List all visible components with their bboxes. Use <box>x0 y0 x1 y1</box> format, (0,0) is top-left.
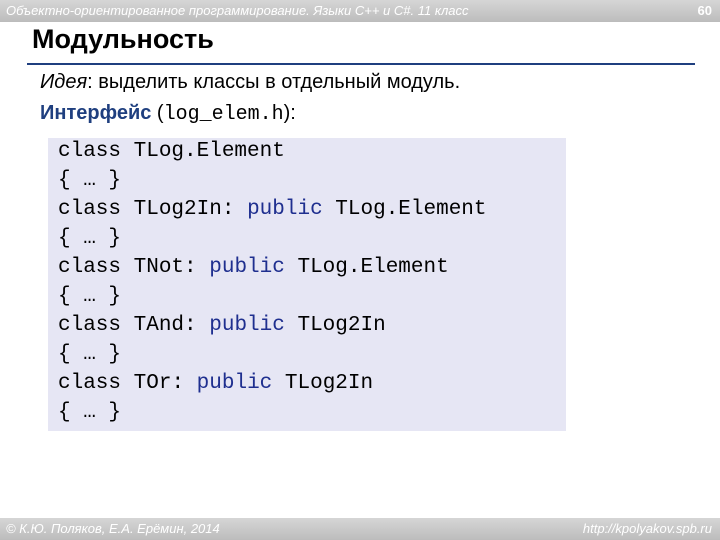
code-line: { … } <box>58 169 121 192</box>
course-title: Объектно-ориентированное программировани… <box>6 3 469 18</box>
code-line: { … } <box>58 285 121 308</box>
interface-line: Интерфейс (log_elem.h): <box>40 102 296 126</box>
code-public-keyword: public <box>209 256 285 279</box>
title-underline <box>27 63 695 65</box>
code-class-name: TNot <box>121 256 185 279</box>
slide-title: Модульность <box>32 24 214 54</box>
code-keyword: class <box>58 256 122 279</box>
code-line: { … } <box>58 401 121 424</box>
code-public-keyword: public <box>247 198 323 221</box>
code-body: { … } <box>58 227 122 250</box>
footer-bar: © К.Ю. Поляков, Е.А. Ерёмин, 2014 http:/… <box>0 518 720 540</box>
code-line: { … } <box>58 343 121 366</box>
code-body: { … } <box>58 285 122 308</box>
header-bar: Объектно-ориентированное программировани… <box>0 0 720 22</box>
code-separator: : <box>184 256 210 279</box>
code-class-name: TLog2In <box>121 198 222 221</box>
code-separator: : <box>184 314 210 337</box>
code-base-class: TLog.Element <box>284 256 449 279</box>
code-separator: : <box>221 198 248 221</box>
idea-line: Идея: выделить классы в отдельный модуль… <box>40 71 460 94</box>
interface-open: ( <box>151 102 164 124</box>
page-number: 60 <box>697 3 712 18</box>
code-body: { … } <box>58 343 122 366</box>
interface-file: log_elem.h <box>163 103 284 126</box>
idea-text: : выделить классы в отдельный модуль. <box>87 71 461 93</box>
code-public-keyword: public <box>209 314 285 337</box>
code-class-name: TOr <box>121 372 172 395</box>
code-keyword: class <box>58 372 122 395</box>
copyright-text: © К.Ю. Поляков, Е.А. Ерёмин, 2014 <box>6 521 220 536</box>
interface-label: Интерфейс <box>40 102 152 124</box>
code-line: class TAnd: public TLog2In <box>58 314 386 337</box>
code-body: { … } <box>58 401 122 424</box>
idea-label: Идея <box>40 71 88 93</box>
code-line: class TOr: public TLog2In <box>58 372 373 395</box>
code-class-name: TLog.Element <box>121 140 285 163</box>
interface-close: ): <box>283 102 296 124</box>
code-line: { … } <box>58 227 121 250</box>
code-base-class: TLog2In <box>272 372 374 395</box>
code-base-class: TLog.Element <box>322 198 487 221</box>
code-block: class TLog.Element { … } class TLog2In: … <box>48 138 566 431</box>
code-base-class: TLog2In <box>284 314 386 337</box>
code-line: class TLog.Element <box>58 140 285 163</box>
code-public-keyword: public <box>196 372 273 395</box>
site-url: http://kpolyakov.spb.ru <box>582 521 712 536</box>
code-separator: : <box>171 372 197 395</box>
code-class-name: TAnd <box>121 314 185 337</box>
code-keyword: class <box>58 140 122 163</box>
code-line: class TNot: public TLog.Element <box>58 256 449 279</box>
code-line: class TLog2In: public TLog.Element <box>58 198 487 221</box>
code-keyword: class <box>58 314 122 337</box>
code-keyword: class <box>58 198 122 221</box>
code-body: { … } <box>58 169 122 192</box>
